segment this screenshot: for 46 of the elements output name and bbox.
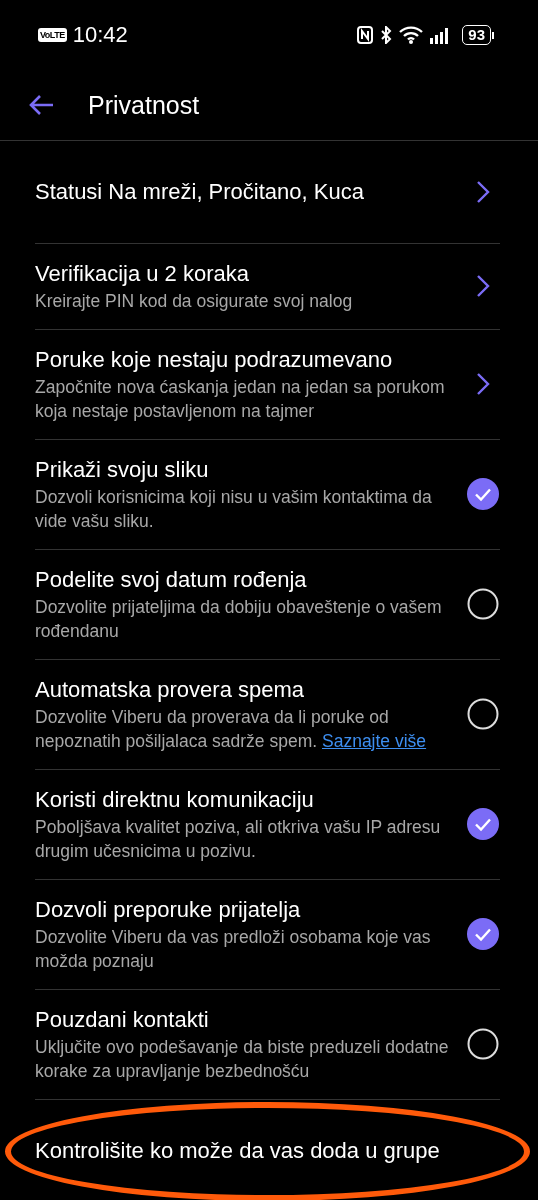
- checked-radio-icon[interactable]: [467, 918, 499, 950]
- unchecked-radio-icon[interactable]: [467, 698, 499, 730]
- battery-level: 93: [462, 25, 491, 45]
- volte-badge: VoLTE: [38, 28, 67, 42]
- back-arrow-icon[interactable]: [28, 94, 54, 116]
- item-description: Dozvolite Viberu da vas predloži osobama koje vas možda poznaju: [35, 926, 432, 973]
- unchecked-radio-icon[interactable]: [467, 588, 499, 620]
- item-title: Kontrolišite ko može da vas doda u grupe: [35, 1137, 441, 1165]
- item-description: Poboljšava kvalitet poziva, ali otkriva vašu IP adresu drugim učesnicima u pozivu.: [35, 816, 442, 863]
- item-title: Prikaži svoju sliku: [35, 456, 210, 484]
- settings-item[interactable]: Koristi direktnu komunikaciju Poboljšava kvalitet poziva, ali otkriva vašu IP adresu drugim učesnicima u pozivu.: [35, 770, 500, 880]
- item-title: Koristi direktnu komunikaciju: [35, 786, 315, 814]
- settings-item[interactable]: Statusi Na mreži, Pročitano, Kuca: [35, 141, 500, 244]
- item-title: Pouzdani kontakti: [35, 1006, 210, 1034]
- unchecked-radio-icon[interactable]: [467, 1028, 499, 1060]
- settings-item[interactable]: Verifikacija u 2 koraka Kreirajte PIN kod da osigurate svoj nalog: [35, 244, 500, 330]
- checked-radio-icon[interactable]: [467, 808, 499, 840]
- item-title: Podelite svoj datum rođenja: [35, 566, 308, 594]
- item-title: Dozvoli preporuke prijatelja: [35, 896, 302, 924]
- page-title: Privatnost: [88, 90, 200, 120]
- bluetooth-icon: [380, 26, 393, 44]
- clock-time: 10:42: [72, 22, 128, 48]
- settings-item[interactable]: Prikaži svoju sliku Dozvoli korisnicima koji nisu u vašim kontaktima da vide vašu sliku.: [35, 440, 500, 550]
- settings-item[interactable]: Poruke koje nestaju podrazumevano Započnite nova ćaskanja jedan na jedan sa porukom koja nestaje postavljenom na tajmer: [35, 330, 500, 440]
- settings-item[interactable]: Dozvoli preporuke prijatelja Dozvolite Viberu da vas predloži osobama koje vas možda poznaju: [35, 880, 500, 990]
- item-description: Uključite ovo podešavanje da biste preduzeli dodatne korake za upravljanje bezbednošću: [35, 1036, 450, 1083]
- nfc-icon: [357, 26, 374, 44]
- item-description: Dozvolite prijateljima da dobiju obaveštenje o vašem rođendanu: [35, 596, 443, 643]
- item-description: Dozvoli korisnicima koji nisu u vašim kontaktima da vide vašu sliku.: [35, 486, 433, 533]
- item-title: Statusi Na mreži, Pročitano, Kuca: [35, 178, 365, 206]
- checked-radio-icon[interactable]: [467, 478, 499, 510]
- item-title: Poruke koje nestaju podrazumevano: [35, 346, 394, 374]
- settings-item[interactable]: Kontrolišite ko može da vas doda u grupe: [35, 1100, 500, 1200]
- item-title: Automatska provera spema: [35, 676, 306, 704]
- settings-item[interactable]: Podelite svoj datum rođenja Dozvolite prijateljima da dobiju obaveštenje o vašem rođendanu: [35, 550, 500, 660]
- settings-item[interactable]: Pouzdani kontakti Uključite ovo podešavanje da biste preduzeli dodatne korake za upravljanje bezbednošću: [35, 990, 500, 1100]
- item-title: Verifikacija u 2 koraka: [35, 260, 250, 288]
- chevron-right-icon: [476, 180, 490, 204]
- chevron-right-icon: [476, 372, 490, 396]
- chevron-right-icon: [476, 274, 490, 298]
- item-description: Započnite nova ćaskanja jedan na jedan sa porukom koja nestaje postavljenom na tajmer: [35, 376, 446, 423]
- wifi-icon: [399, 26, 424, 44]
- learn-more-link[interactable]: Saznajte više: [322, 731, 427, 751]
- item-description: Dozvolite Viberu da proverava da li poruke od nepoznatih pošiljalaca sadrže spem. Saznajte više: [35, 706, 428, 753]
- settings-item[interactable]: Automatska provera spema Dozvolite Viberu da proverava da li poruke od nepoznatih pošiljalaca sadrže spem. Saznajte više: [35, 660, 500, 770]
- item-description: Kreirajte PIN kod da osigurate svoj nalog: [35, 290, 354, 313]
